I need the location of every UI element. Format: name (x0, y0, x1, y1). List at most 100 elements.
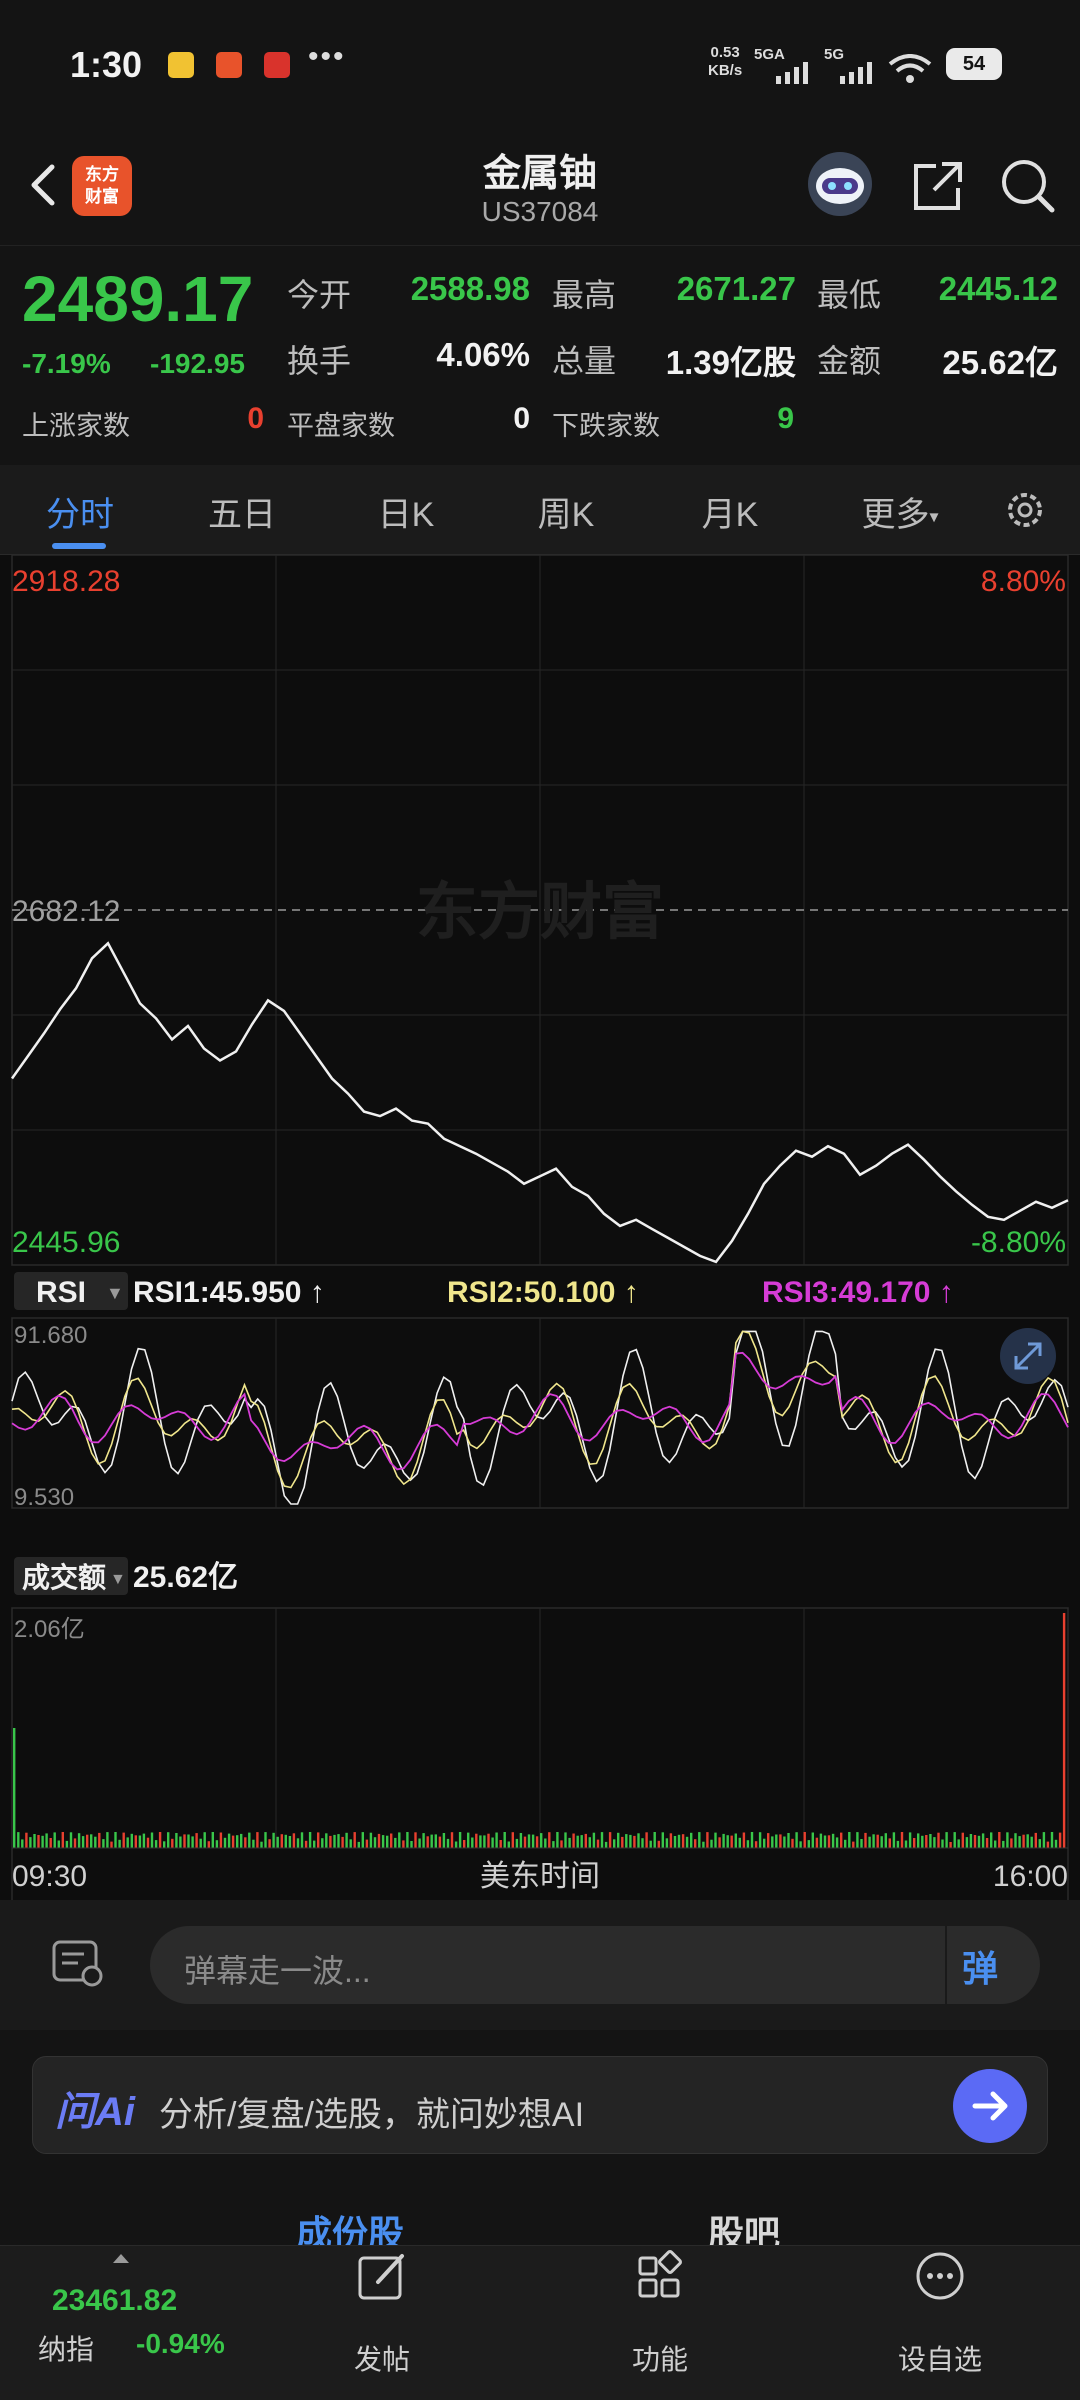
tab-constituents[interactable]: 成份股 (296, 2205, 404, 2245)
amount-bar (150, 1832, 154, 1848)
amount-bar (515, 1838, 519, 1848)
amount-bar (357, 1841, 360, 1848)
amount-bar (353, 1832, 356, 1848)
amount-bar (458, 1832, 462, 1848)
prev-close-label: 2682.12 (12, 895, 120, 928)
rsi-name: RSI (36, 1276, 86, 1309)
amount-bar (102, 1839, 105, 1848)
amount-bar (377, 1833, 381, 1848)
amount-bar (365, 1839, 369, 1848)
amount-bar (921, 1835, 924, 1848)
tab-forum[interactable]: 股吧 (708, 2205, 780, 2245)
amount-bar (767, 1833, 770, 1848)
ai-assistant-bar[interactable]: 问Ai 分析/复盘/选股，就问妙想AI (32, 2056, 1048, 2154)
share-icon[interactable] (906, 154, 970, 218)
intraday-chart[interactable]: 东方财富 2918.28 8.80% 2682.12 2445.96 -8.80… (0, 554, 1080, 1904)
chart-period-tabs: 分时 五日 日K 周K 月K 更多▾ (0, 465, 1080, 555)
amount-bar (694, 1839, 697, 1848)
chart-area: 东方财富 2918.28 8.80% 2682.12 2445.96 -8.80… (0, 554, 1080, 1904)
amount-bar (580, 1835, 583, 1848)
pct-bottom-label: -8.80% (971, 1226, 1066, 1259)
nav-add-watchlist-label: 设自选 (897, 2344, 982, 2375)
search-icon[interactable] (996, 154, 1060, 218)
amount-bar (702, 1841, 705, 1848)
amount-bar (507, 1841, 510, 1848)
nav-add-watchlist[interactable]: 设自选 (870, 2246, 1010, 2400)
up-count: 0 (247, 402, 264, 435)
index-ticker[interactable]: 23461.82 纳指 -0.94% (0, 2246, 280, 2400)
rsi3-value: RSI3:49.170 ↑ (762, 1276, 954, 1309)
amount-bar (272, 1832, 275, 1848)
amount-bar (714, 1832, 717, 1848)
amount-bar (219, 1832, 223, 1848)
amount-label: 金额 (817, 343, 882, 379)
tab-daily-k[interactable]: 日K (346, 487, 466, 536)
amount-bar (483, 1835, 486, 1848)
amount-bar (584, 1833, 587, 1848)
amount-bar (649, 1840, 652, 1848)
signal-5ga-icon: 5GA (754, 46, 785, 63)
amount-bar (487, 1833, 490, 1848)
amount-bar (73, 1838, 77, 1848)
amount-bar (381, 1835, 385, 1848)
amount-bar (171, 1838, 174, 1848)
amount-bar (199, 1838, 202, 1848)
danmu-bar: 弹幕走一波... 弹 (0, 1900, 1080, 2030)
tab-intraday[interactable]: 分时 (20, 487, 140, 536)
amount-bar (467, 1832, 470, 1848)
ai-go-button[interactable] (953, 2069, 1027, 2143)
amount-bar (625, 1834, 628, 1848)
amount-bar (722, 1833, 725, 1848)
amount-bar (621, 1836, 624, 1848)
amount-bar (949, 1842, 952, 1848)
price-top-label: 2918.28 (12, 565, 120, 598)
amount-name: 成交额 (22, 1561, 106, 1593)
amount-bar (410, 1841, 413, 1848)
amount-bar (373, 1837, 377, 1848)
amount-bar (69, 1832, 73, 1848)
amount-value: 25.62亿 (942, 344, 1058, 381)
amount-bars (13, 1613, 1066, 1848)
nav-post[interactable]: 发帖 (312, 2246, 452, 2400)
rsi1-value: RSI1:45.950 ↑ (133, 1276, 325, 1309)
amount-bar (463, 1840, 466, 1848)
amount-bar (608, 1832, 612, 1848)
amount-bar (158, 1832, 162, 1848)
battery-indicator: 54 (946, 48, 1002, 80)
tab-five-day[interactable]: 五日 (182, 487, 302, 536)
watermark: 东方财富 (416, 878, 664, 947)
amount-bar (750, 1832, 754, 1848)
amount-bar (49, 1838, 52, 1848)
change-percent: -7.19% (22, 348, 111, 379)
status-bar: 1:30 ••• 0.53 KB/s 5GA 5G 54 (0, 0, 1080, 130)
up-count-label: 上涨家数 (22, 411, 130, 441)
danmu-input[interactable]: 弹幕走一波... 弹 (150, 1926, 1040, 2004)
tab-monthly-k[interactable]: 月K (670, 487, 790, 536)
amount-bar (491, 1837, 494, 1848)
amount-bar (653, 1832, 656, 1848)
gear-icon[interactable] (1000, 485, 1050, 535)
amount-bar (840, 1832, 843, 1848)
turnover-label: 换手 (287, 343, 352, 379)
amount-bar (86, 1834, 89, 1848)
nav-post-label: 发帖 (353, 2344, 410, 2375)
amount-bar (236, 1835, 239, 1848)
amount-bar (1026, 1834, 1029, 1848)
amount-bar (860, 1839, 863, 1848)
danmu-toggle-button[interactable]: 弹 (962, 1940, 998, 1992)
open-value: 2588.98 (410, 270, 530, 307)
more-notifications-icon: ••• (308, 40, 346, 73)
amount-bar (426, 1836, 429, 1848)
quote-panel: 2489.17 -7.19% -192.95 今开 2588.98 最高 267… (0, 245, 1080, 465)
time-end-label: 16:00 (993, 1860, 1068, 1893)
tab-weekly-k[interactable]: 周K (506, 487, 626, 536)
amount-bar (572, 1833, 575, 1848)
nav-functions[interactable]: 功能 (590, 2246, 730, 2400)
amount-bar (53, 1832, 56, 1848)
grid-icon (638, 2250, 682, 2298)
danmu-settings-icon[interactable] (48, 1936, 108, 1992)
tab-more[interactable]: 更多▾ (840, 487, 960, 536)
ai-robot-icon[interactable] (808, 152, 872, 216)
amount-bar (454, 1841, 458, 1848)
amount-bar (734, 1833, 737, 1848)
